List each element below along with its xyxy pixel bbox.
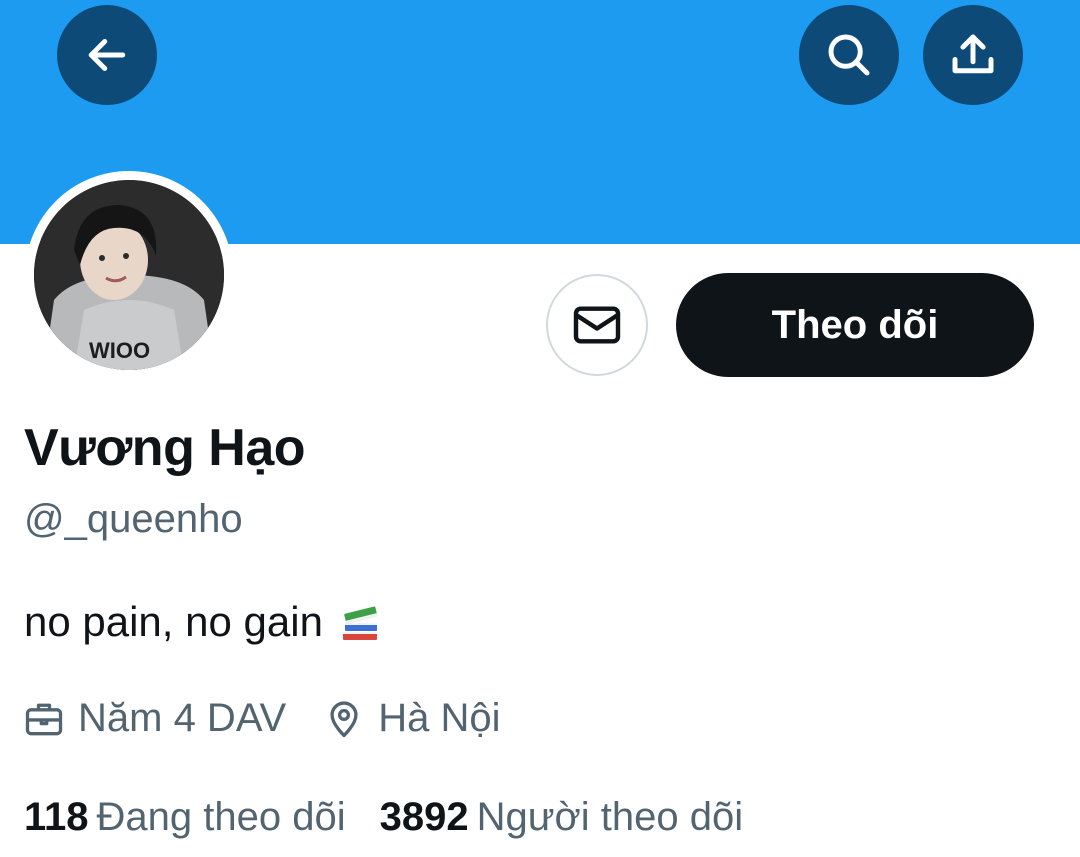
back-button[interactable]: [57, 5, 157, 105]
followers-link[interactable]: 3892 Người theo dõi: [380, 795, 743, 840]
location-text: Hà Nội: [378, 696, 501, 740]
following-link[interactable]: 118 Đang theo dõi: [24, 795, 346, 840]
avatar-frame: WIOO: [25, 171, 233, 379]
location-item: Hà Nội: [322, 696, 500, 741]
briefcase-icon: [25, 703, 63, 735]
envelope-icon: [573, 306, 621, 344]
avatar[interactable]: WIOO: [34, 180, 224, 370]
location-pin-icon: [330, 700, 358, 737]
bio-text: no pain, no gain: [24, 598, 323, 645]
display-name: Vương Hạo: [24, 419, 306, 477]
occupation-text: Năm 4 DAV: [78, 696, 287, 740]
profile-photo: WIOO: [34, 180, 224, 370]
followers-label: Người theo dõi: [476, 795, 744, 839]
follow-button[interactable]: Theo dõi: [676, 273, 1034, 377]
following-count: 118: [24, 795, 89, 839]
share-upload-icon: [952, 34, 994, 74]
user-handle: @_queenho: [24, 497, 243, 541]
arrow-left-icon: [88, 39, 126, 71]
search-button[interactable]: [799, 5, 899, 105]
message-button[interactable]: [546, 274, 648, 376]
search-icon: [828, 34, 870, 76]
bio: no pain, no gain: [24, 598, 385, 646]
follow-stats: 118 Đang theo dõi 3892 Người theo dõi: [24, 795, 777, 840]
following-label: Đang theo dõi: [96, 795, 346, 839]
share-button[interactable]: [923, 5, 1023, 105]
followers-count: 3892: [379, 795, 469, 839]
profile-meta: Năm 4 DAV Hà Nội: [22, 696, 536, 741]
svg-text:WIOO: WIOO: [89, 338, 150, 363]
books-emoji-icon: [342, 606, 378, 640]
occupation-item: Năm 4 DAV: [22, 696, 286, 741]
